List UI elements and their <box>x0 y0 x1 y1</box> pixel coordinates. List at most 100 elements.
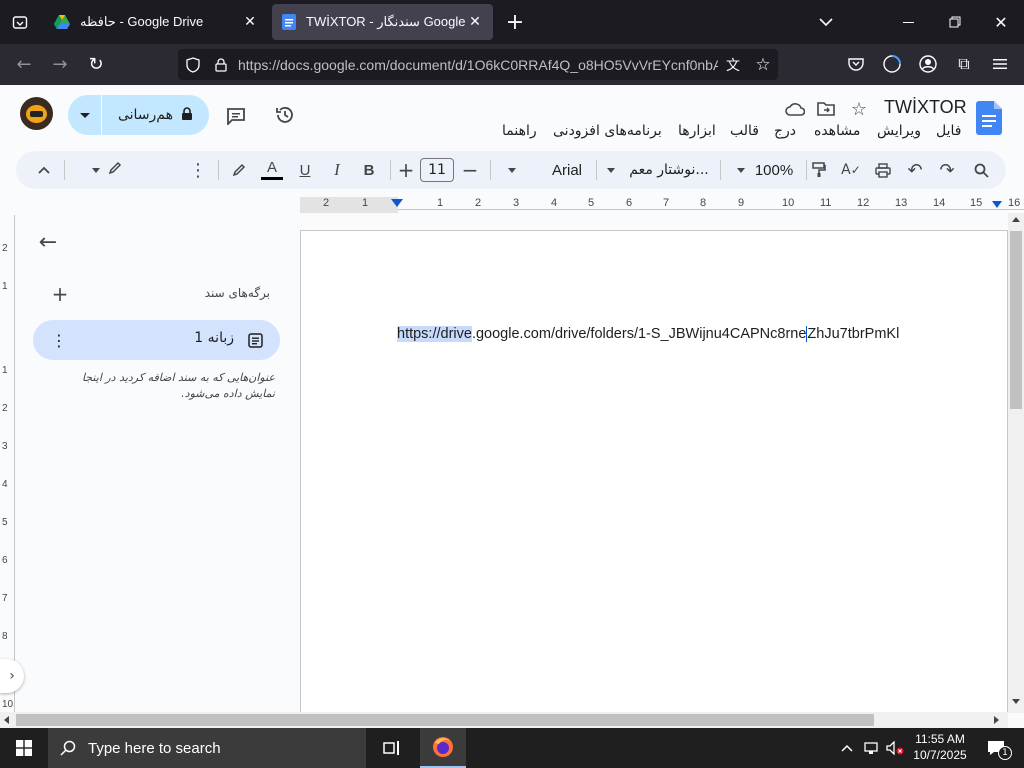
document-tab-item[interactable]: ⋮ زبانه 1 <box>33 320 280 360</box>
tab-google-docs[interactable]: TWİXTOR - سندنگار Google ✕ <box>272 4 493 40</box>
account-icon[interactable] <box>914 50 942 78</box>
menu-help[interactable]: راهنما <box>502 123 537 139</box>
cloud-saved-icon[interactable] <box>783 98 807 120</box>
app-menu-icon[interactable] <box>986 50 1014 78</box>
list-all-tabs-icon[interactable] <box>812 8 840 36</box>
horizontal-scrollbar-thumb[interactable] <box>16 714 874 726</box>
clock[interactable]: 11:55 AM 10/7/2025 <box>908 731 972 763</box>
scroll-down-arrow-icon[interactable] <box>1012 699 1020 704</box>
network-icon[interactable] <box>860 728 882 768</box>
spelling-check-icon[interactable]: A ✓ <box>838 151 864 189</box>
task-view-icon[interactable] <box>370 728 414 768</box>
bookmark-star-icon[interactable]: ☆ <box>748 50 778 80</box>
menu-view[interactable]: مشاهده <box>814 123 860 139</box>
document-title[interactable]: TWİXTOR <box>884 97 967 118</box>
right-indent-marker[interactable] <box>992 201 1002 208</box>
windows-start-icon[interactable] <box>0 728 48 768</box>
volume-muted-icon[interactable] <box>884 728 906 768</box>
paint-format-icon[interactable] <box>806 151 832 189</box>
close-tab-icon[interactable]: ✕ <box>465 14 485 30</box>
google-docs-icon <box>272 4 306 40</box>
vruler-numbers: 2 1 1 2 3 4 5 6 7 8 9 10 <box>2 243 14 710</box>
share-button-group: هم‌رسانی <box>68 95 209 135</box>
lock-icon[interactable] <box>208 50 234 80</box>
print-icon[interactable] <box>870 151 896 189</box>
scroll-right-arrow-icon[interactable] <box>994 716 999 724</box>
scroll-up-arrow-icon[interactable] <box>1012 217 1020 222</box>
vertical-scrollbar[interactable] <box>1008 213 1024 713</box>
extensions-puzzle-icon[interactable]: ⧉ <box>950 50 978 78</box>
menu-insert[interactable]: درج <box>774 123 796 139</box>
italic-button[interactable]: I <box>324 151 350 189</box>
share-dropdown-button[interactable] <box>68 95 102 135</box>
editing-toolbar: ⋮ A U I B + 11 − Arial نوشتار معم... 100… <box>16 151 1006 189</box>
reload-icon[interactable]: ↻ <box>82 50 110 78</box>
vertical-scrollbar-thumb[interactable] <box>1010 231 1022 409</box>
vertical-ruler[interactable]: 2 1 1 2 3 4 5 6 7 8 9 10 <box>0 215 16 713</box>
close-tab-icon[interactable]: ✕ <box>240 14 260 30</box>
tab-google-drive[interactable]: حافظه - Google Drive ✕ <box>44 4 268 40</box>
horizontal-ruler[interactable]: 16 15 14 13 12 11 10 9 8 7 6 5 4 3 2 1 1… <box>300 197 1024 213</box>
zoom-dropdown[interactable]: 100% <box>728 151 802 189</box>
pocket-icon[interactable] <box>842 50 870 78</box>
selected-link-text[interactable]: https://drive <box>397 326 472 342</box>
font-family-dropdown[interactable]: Arial <box>496 151 594 189</box>
link-text-end[interactable]: ZhJu7tbrPmKl <box>807 326 899 342</box>
more-options-icon[interactable]: ⋮ <box>47 328 71 352</box>
caret-down-icon <box>92 167 100 173</box>
ruler-numbers: 16 15 14 13 12 11 10 9 8 7 6 5 4 3 2 1 1… <box>323 197 1021 209</box>
increase-font-size-icon[interactable]: + <box>394 151 418 189</box>
document-page[interactable]: https://drive.google.com/drive/folders/1… <box>300 230 1008 728</box>
menu-tools[interactable]: ابزارها <box>678 123 716 139</box>
minimize-icon[interactable] <box>890 8 926 36</box>
avatar[interactable] <box>20 97 53 130</box>
left-indent-marker[interactable] <box>391 199 403 207</box>
highlight-color-icon[interactable] <box>226 151 252 189</box>
new-tab-icon[interactable]: + <box>502 8 528 36</box>
link-text[interactable]: .google.com/drive/folders/1-S_JBWijnu4CA… <box>472 326 806 342</box>
move-folder-icon[interactable] <box>815 98 837 120</box>
editing-mode-dropdown[interactable] <box>82 151 132 189</box>
link-paragraph[interactable]: https://drive.google.com/drive/folders/1… <box>397 326 899 343</box>
redo-icon[interactable]: ↷ <box>934 151 960 189</box>
paragraph-style-dropdown[interactable]: نوشتار معم... <box>602 151 714 189</box>
show-side-panel-chevron-icon[interactable]: › <box>0 659 24 693</box>
scroll-left-arrow-icon[interactable] <box>4 716 9 724</box>
text-color-button[interactable]: A <box>258 151 286 189</box>
version-history-icon[interactable] <box>271 101 299 129</box>
star-icon[interactable]: ☆ <box>848 97 870 121</box>
firefox-taskbar-icon[interactable] <box>420 728 466 768</box>
translate-icon[interactable]: 文 <box>718 50 748 80</box>
share-button[interactable]: هم‌رسانی <box>102 95 209 135</box>
docs-logo-icon[interactable] <box>975 100 1003 136</box>
back-icon[interactable]: ← <box>10 50 38 78</box>
search-menus-icon[interactable] <box>968 151 994 189</box>
add-tab-icon[interactable]: + <box>48 282 72 306</box>
extension-circle-icon[interactable] <box>878 50 906 78</box>
url-bar[interactable]: https://docs.google.com/document/d/1O6kC… <box>178 49 778 80</box>
bold-button[interactable]: B <box>356 151 382 189</box>
taskbar-search-box[interactable]: Type here to search <box>48 728 366 768</box>
comments-icon[interactable] <box>222 102 250 130</box>
shield-icon[interactable] <box>178 50 208 80</box>
hide-menus-chevron-icon[interactable] <box>30 151 58 189</box>
menu-extensions[interactable]: برنامه‌های افزودنی <box>553 123 662 139</box>
menu-format[interactable]: قالب <box>730 123 759 139</box>
more-options-icon[interactable]: ⋮ <box>188 151 208 189</box>
close-window-icon[interactable]: ✕ <box>983 8 1019 36</box>
decrease-font-size-icon[interactable]: − <box>458 151 482 189</box>
tab-item-label: زبانه 1 <box>194 330 234 346</box>
close-sidebar-arrow-icon[interactable]: ← <box>34 225 62 259</box>
underline-button[interactable]: U <box>292 151 318 189</box>
undo-icon[interactable]: ↶ <box>902 151 928 189</box>
tab-list-icon[interactable] <box>6 8 34 36</box>
clock-time: 11:55 AM <box>915 732 965 746</box>
menu-edit[interactable]: ویرایش <box>877 123 921 139</box>
font-size-input[interactable]: 11 <box>420 158 454 182</box>
restore-icon[interactable] <box>937 8 973 36</box>
notifications-icon[interactable]: 1 <box>978 728 1014 768</box>
menu-file[interactable]: فایل <box>936 123 961 139</box>
show-hidden-icons-chevron-icon[interactable] <box>836 728 858 768</box>
horizontal-scrollbar[interactable] <box>0 712 1008 728</box>
forward-icon[interactable]: → <box>46 50 74 78</box>
